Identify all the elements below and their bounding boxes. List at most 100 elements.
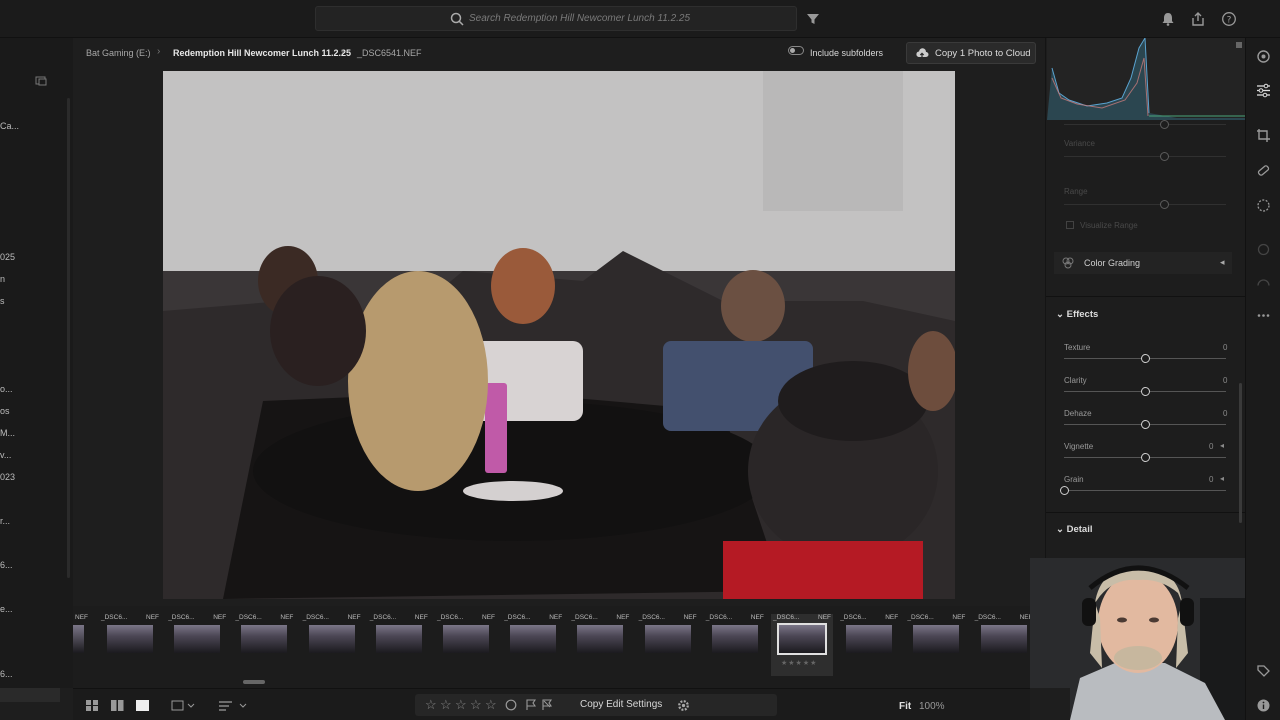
range-slider[interactable] (1064, 200, 1226, 209)
compare-view-icon[interactable] (111, 700, 124, 712)
filmstrip-thumbnail[interactable]: _DSC6... NEF (435, 614, 497, 676)
slider-knob[interactable] (1140, 453, 1150, 462)
star-icon[interactable]: ☆ (485, 697, 497, 713)
star-icon[interactable]: ☆ (455, 697, 467, 713)
star-icon[interactable]: ☆ (470, 697, 482, 713)
fit-zoom-button[interactable]: Fit (899, 701, 911, 712)
filmstrip-thumbnail[interactable]: _DSC6... NEF (233, 614, 295, 676)
filmstrip-thumbnail[interactable]: _DSC6... NEF (99, 614, 161, 676)
stack-icon[interactable] (171, 699, 195, 713)
folder-item[interactable]: v... (0, 450, 11, 460)
variance-slider[interactable] (1064, 152, 1226, 161)
effect-value[interactable]: 0 (1223, 409, 1227, 418)
search-input[interactable]: Search Redemption Hill Newcomer Lunch 11… (469, 13, 690, 24)
breadcrumb-root[interactable]: Bat Gaming (E:) (86, 48, 151, 58)
unflag-icon[interactable] (505, 699, 517, 711)
effect-slider[interactable] (1059, 486, 1226, 495)
folder-item[interactable]: n (0, 274, 5, 284)
star-icon[interactable]: ☆ (440, 697, 452, 713)
reject-flag-icon[interactable] (541, 699, 553, 711)
healing-icon[interactable] (1256, 163, 1271, 178)
star-icon[interactable]: ☆ (425, 697, 437, 713)
gear-icon[interactable] (677, 699, 690, 712)
effect-slider[interactable] (1064, 453, 1226, 462)
slider-knob[interactable] (1140, 354, 1150, 363)
clipping-indicator[interactable] (1236, 42, 1242, 48)
filmstrip-thumbnail[interactable]: _DSC6... NEF (569, 614, 631, 676)
effect-slider[interactable] (1064, 387, 1226, 396)
caret-left-icon[interactable]: ◂ (1220, 441, 1224, 450)
grid-view-icon[interactable] (86, 700, 99, 712)
effect-value[interactable]: 0 (1223, 343, 1227, 352)
visualize-range-checkbox[interactable] (1066, 221, 1074, 229)
folder-item[interactable]: o... (0, 384, 13, 394)
color-grading-section[interactable]: Color Grading ◂ (1054, 252, 1232, 274)
more-icon[interactable] (1256, 308, 1271, 323)
folder-item[interactable]: M... (0, 428, 15, 438)
folder-item[interactable]: os (0, 406, 10, 416)
include-subfolders-toggle[interactable] (788, 46, 804, 55)
slider-knob[interactable] (1140, 420, 1150, 429)
photo-preview[interactable] (163, 71, 955, 599)
help-icon[interactable]: ? (1221, 11, 1237, 27)
filmstrip-thumbnail[interactable]: _DSC6... NEF (637, 614, 699, 676)
masking-icon[interactable] (1256, 198, 1271, 213)
presets-icon[interactable] (1256, 49, 1271, 64)
notifications-bell-icon[interactable] (1160, 11, 1176, 27)
folder-item[interactable]: r... (0, 516, 10, 526)
filmstrip-thumbnail-selected[interactable]: _DSC6... NEF ★★★★★ (771, 614, 833, 676)
optics-icon[interactable] (1256, 278, 1271, 293)
share-icon[interactable] (1190, 11, 1206, 27)
filmstrip-thumbnail[interactable]: _DSC6... NEF (973, 614, 1035, 676)
thumb-image (711, 625, 758, 653)
filmstrip-thumbnail[interactable]: _DSC6... NEF (838, 614, 900, 676)
left-panel-scrollbar[interactable] (67, 98, 70, 578)
effects-section-header[interactable]: ⌄ Effects (1056, 309, 1098, 320)
filmstrip-thumbnail[interactable]: _DSC6... NEF (502, 614, 564, 676)
edit-sliders-icon[interactable] (1256, 83, 1271, 98)
right-panel-scrollbar[interactable] (1239, 383, 1242, 523)
caret-left-icon[interactable]: ◂ (1220, 474, 1224, 483)
tag-icon[interactable] (1256, 664, 1271, 679)
effect-slider[interactable] (1064, 420, 1226, 429)
copy-edit-settings-button[interactable]: Copy Edit Settings (580, 699, 662, 710)
partial-thumbnail[interactable] (73, 625, 84, 653)
info-icon[interactable] (1256, 698, 1271, 713)
effect-slider[interactable] (1064, 354, 1226, 363)
folder-item[interactable]: 6... (0, 560, 13, 570)
pick-flag-icon[interactable] (525, 699, 537, 711)
filmstrip-thumbnail[interactable]: _DSC6... NEF (905, 614, 967, 676)
folder-item[interactable]: 023 (0, 472, 15, 482)
folder-item[interactable]: Ca... (0, 121, 19, 131)
filmstrip-thumbnail[interactable]: _DSC6... NEF (301, 614, 363, 676)
detail-section-header[interactable]: ⌄ Detail (1056, 524, 1092, 535)
panel-menu-icon[interactable] (35, 75, 47, 87)
effect-label: Vignette (1064, 442, 1094, 451)
thumb-rating[interactable]: ★★★★★ (781, 659, 817, 667)
crop-icon[interactable] (1256, 128, 1271, 143)
folder-item[interactable]: s (0, 296, 5, 306)
effect-value[interactable]: 0 (1209, 475, 1213, 484)
sort-icon[interactable] (218, 699, 250, 713)
folder-item[interactable]: 6... (0, 669, 13, 679)
detail-view-icon[interactable] (136, 700, 149, 712)
filmstrip-thumbnail[interactable]: _DSC6... NEF (704, 614, 766, 676)
folder-item[interactable]: e... (0, 604, 13, 614)
selected-folder-row[interactable] (0, 688, 60, 702)
zoom-level[interactable]: 100% (919, 701, 945, 712)
filmstrip-thumbnail[interactable]: _DSC6... NEF (368, 614, 430, 676)
filmstrip-thumbnail[interactable]: _DSC6... NEF (166, 614, 228, 676)
redeye-icon[interactable] (1256, 242, 1271, 257)
filmstrip-scrollbar[interactable] (243, 680, 265, 684)
effect-value[interactable]: 0 (1209, 442, 1213, 451)
search-bar[interactable]: Search Redemption Hill Newcomer Lunch 11… (315, 6, 797, 31)
slider-knob[interactable] (1140, 387, 1150, 396)
effect-value[interactable]: 0 (1223, 376, 1227, 385)
slider-knob[interactable] (1059, 486, 1069, 495)
folder-item[interactable]: 025 (0, 252, 15, 262)
effect-label: Texture (1064, 343, 1091, 352)
left-panel: Ca... 025 n s o... os M... v... 023 r...… (0, 38, 73, 702)
copy-to-cloud-button[interactable]: Copy 1 Photo to Cloud (906, 42, 1036, 64)
breadcrumb-folder[interactable]: Redemption Hill Newcomer Lunch 11.2.25 (173, 48, 351, 58)
filter-icon[interactable] (805, 11, 821, 27)
